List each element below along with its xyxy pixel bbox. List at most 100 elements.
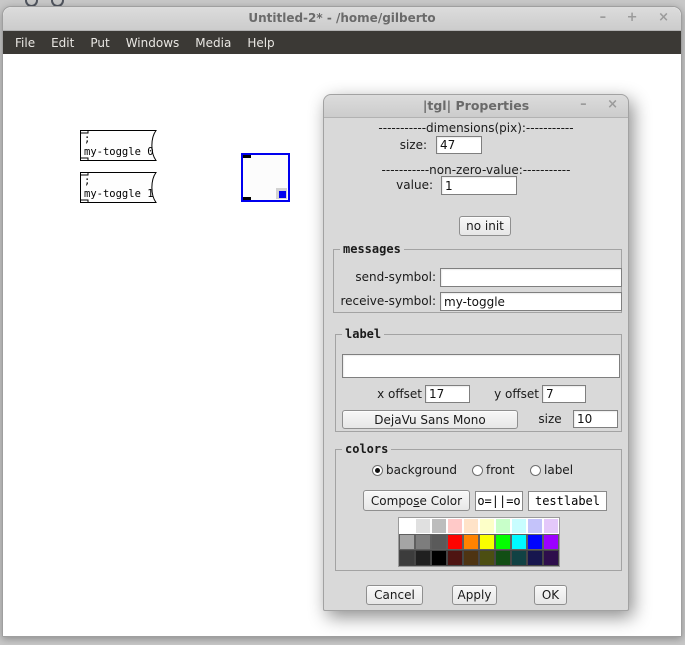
palette-color[interactable] (463, 518, 479, 534)
palette-color[interactable] (399, 518, 415, 534)
radio-background-label: background (386, 463, 457, 477)
palette-color[interactable] (543, 534, 559, 550)
size-label: size: (399, 138, 427, 152)
palette-color[interactable] (511, 534, 527, 550)
message-line-1: ; (84, 175, 90, 187)
colors-legend: colors (342, 442, 392, 456)
radio-label-label: label (544, 463, 574, 477)
palette-color[interactable] (447, 518, 463, 534)
palette-color[interactable] (511, 550, 527, 566)
font-size-input[interactable] (573, 410, 618, 428)
dimensions-header: -----------dimensions(pix):----------- (378, 121, 574, 135)
palette-color[interactable] (495, 518, 511, 534)
outlet-nub (80, 157, 89, 161)
menu-windows[interactable]: Windows (118, 31, 188, 55)
palette-color[interactable] (431, 550, 447, 566)
palette-color[interactable] (399, 534, 415, 550)
nonzero-header: -----------non-zero-value:----------- (381, 163, 571, 177)
send-symbol-label: send-symbol: (355, 270, 436, 284)
palette-color[interactable] (527, 534, 543, 550)
window-title: Untitled-2* - /home/gilberto (248, 11, 436, 25)
palette-color[interactable] (415, 550, 431, 566)
send-symbol-input[interactable] (440, 268, 622, 287)
window-controls: – + × (584, 10, 669, 25)
menubar: File Edit Put Windows Media Help (3, 31, 681, 55)
messages-group: messages send-symbol: receive-symbol: (333, 242, 622, 313)
radio-icon (530, 464, 541, 476)
palette-color[interactable] (463, 550, 479, 566)
label-group: label x offset y offset DejaVu Sans Mono… (335, 327, 622, 432)
palette-color[interactable] (495, 534, 511, 550)
close-icon[interactable]: × (607, 97, 618, 112)
y-offset-input[interactable] (542, 385, 586, 403)
menu-media[interactable]: Media (187, 31, 239, 55)
menu-help[interactable]: Help (239, 31, 282, 55)
font-button[interactable]: DejaVu Sans Mono (342, 410, 518, 429)
palette-color[interactable] (479, 518, 495, 534)
messages-legend: messages (340, 242, 404, 256)
label-preview: testlabel (528, 491, 607, 511)
menu-put[interactable]: Put (82, 31, 117, 55)
palette-color[interactable] (543, 550, 559, 566)
palette-color[interactable] (431, 518, 447, 534)
palette-color[interactable] (479, 550, 495, 566)
palette-color[interactable] (399, 550, 415, 566)
main-titlebar[interactable]: Untitled-2* - /home/gilberto – + × (3, 7, 681, 31)
message-box-my-toggle-1[interactable]: ; my-toggle 1 (80, 172, 157, 203)
value-input[interactable] (441, 176, 517, 195)
palette-color[interactable] (495, 550, 511, 566)
y-offset-label: y offset (494, 387, 539, 401)
tgl-properties-dialog: |tgl| Properties – × -----------dimensio… (323, 94, 629, 611)
radio-label[interactable]: label (530, 463, 573, 477)
palette-color[interactable] (415, 534, 431, 550)
colors-group: colors background front label Compose Co… (335, 442, 622, 571)
palette-color[interactable] (543, 518, 559, 534)
color-palette (398, 517, 560, 567)
palette-color[interactable] (527, 518, 543, 534)
outlet-nub (80, 199, 89, 203)
radio-icon (472, 464, 483, 476)
palette-color[interactable] (447, 550, 463, 566)
radio-front[interactable]: front (472, 463, 515, 477)
size-input[interactable] (436, 136, 482, 154)
radio-front-label: front (486, 463, 515, 477)
label-text-input[interactable] (342, 354, 620, 378)
label-legend: label (342, 327, 385, 341)
message-line-1: ; (84, 133, 90, 145)
desktop: { "desktop": { "background": "#c8c8c8" }… (0, 0, 685, 645)
x-offset-label: x offset (377, 387, 422, 401)
palette-color[interactable] (415, 518, 431, 534)
font-size-label: size (538, 412, 562, 426)
dialog-titlebar[interactable]: |tgl| Properties – × (324, 95, 628, 118)
message-line-2: my-toggle 0 (84, 146, 154, 158)
minimize-icon[interactable]: – (600, 10, 607, 25)
receive-symbol-label: receive-symbol: (340, 294, 436, 308)
toggle-object-selected[interactable] (241, 153, 290, 202)
message-box-my-toggle-0[interactable]: ; my-toggle 0 (80, 130, 157, 161)
minimize-icon[interactable]: – (580, 97, 587, 112)
ok-button[interactable]: OK (534, 585, 567, 605)
no-init-button[interactable]: no init (459, 216, 511, 236)
palette-color[interactable] (527, 550, 543, 566)
apply-button[interactable]: Apply (452, 585, 497, 605)
menu-edit[interactable]: Edit (43, 31, 82, 55)
resize-handle[interactable] (276, 188, 287, 199)
compose-color-button[interactable]: Compose Color (363, 490, 470, 511)
palette-color[interactable] (511, 518, 527, 534)
value-label: value: (396, 178, 433, 192)
message-line-2: my-toggle 1 (84, 188, 154, 200)
cancel-button[interactable]: Cancel (366, 585, 423, 605)
maximize-icon[interactable]: + (627, 10, 638, 25)
palette-color[interactable] (463, 534, 479, 550)
menu-file[interactable]: File (7, 31, 43, 55)
receive-symbol-input[interactable] (440, 292, 622, 311)
close-icon[interactable]: × (658, 10, 669, 25)
inlet-nub (243, 155, 251, 158)
radio-icon (372, 464, 383, 476)
palette-color[interactable] (431, 534, 447, 550)
outlet-nub (243, 197, 251, 200)
palette-color[interactable] (447, 534, 463, 550)
palette-color[interactable] (479, 534, 495, 550)
toggle-preview: o=||=o (475, 491, 523, 511)
radio-background[interactable]: background (372, 463, 457, 477)
